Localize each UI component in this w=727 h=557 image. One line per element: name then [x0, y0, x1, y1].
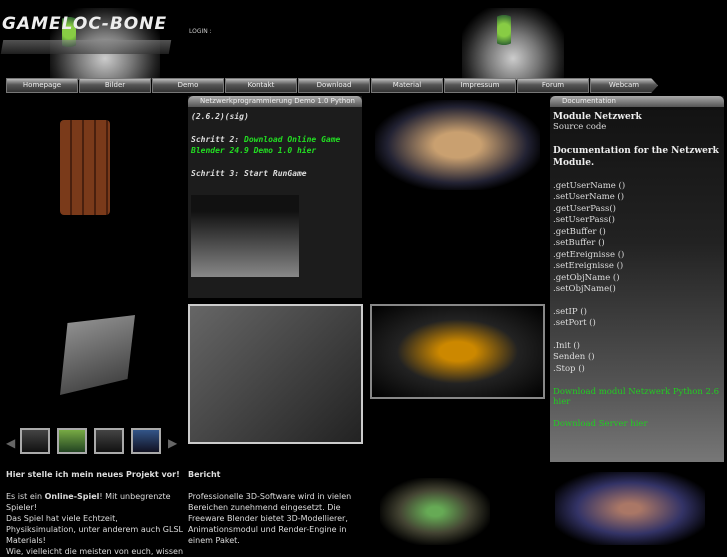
report-text: Professionelle 3D-Software wird in viele…: [188, 492, 352, 545]
doc-heading: Documentation for the Netzwerk Module.: [553, 145, 719, 168]
method-item: .Init (): [553, 340, 581, 351]
nav-kontakt[interactable]: Kontakt: [225, 78, 297, 93]
documentation-title: Documentation: [550, 96, 724, 107]
report-title: Bericht: [188, 470, 221, 479]
intro-title: Hier stelle ich mein neues Projekt vor!: [6, 470, 180, 479]
intro-p1: Es ist ein Online-Spiel! Mit unbegrenzte…: [6, 491, 184, 513]
nav-material[interactable]: Material: [371, 78, 443, 93]
login-label[interactable]: LOGIN :: [189, 28, 212, 35]
plant-image-right: [497, 10, 511, 50]
version-text: (2.6.2)(sig): [191, 112, 249, 121]
nav-forum[interactable]: Forum: [517, 78, 589, 93]
module-name: Module Netzwerk: [553, 112, 642, 122]
report-section: Bericht Professionelle 3D-Software wird …: [188, 469, 358, 546]
thumbnail[interactable]: [57, 428, 87, 454]
method-item: .setObjName(): [553, 284, 616, 294]
documentation-panel: Documentation Module Netzwerk Source cod…: [550, 96, 724, 462]
method-item: Senden (): [553, 352, 595, 362]
thumbnail[interactable]: [94, 428, 124, 454]
nav-webcam[interactable]: Webcam /Anleitungen: [590, 78, 658, 93]
village-image: [380, 478, 490, 545]
method-item: .getBuffer (): [553, 226, 606, 237]
intro-text: Es ist ein: [6, 492, 45, 501]
method-item: .setIP (): [553, 306, 587, 317]
thumbnail-strip: [20, 428, 161, 454]
header-spotlight-image-right: [462, 8, 564, 80]
main-nav: Homepage Bilder Demo Kontakt Download Ma…: [6, 78, 658, 93]
thumbnail[interactable]: [20, 428, 50, 454]
method-item: .getUserName (): [553, 180, 626, 191]
demo-panel: Netzwerkprogrammierung Demo 1.0 Python (…: [188, 96, 362, 298]
method-item: .setEreignisse (): [553, 261, 624, 271]
download-module-link[interactable]: Download modul Netzwerk Python 2.6 hier: [550, 387, 724, 407]
method-item: .setUserPass(): [553, 215, 615, 225]
method-item: .setBuffer (): [553, 238, 605, 248]
intro-bold: Online-Spiel: [44, 492, 100, 501]
intro-p3: Wie, vielleicht die meisten von euch, wi…: [6, 547, 184, 556]
method-item: .getUserPass(): [553, 203, 616, 214]
nav-download[interactable]: Download: [298, 78, 370, 93]
method-item: .getObjName (): [553, 272, 620, 283]
container-image: [60, 315, 135, 395]
scene-screenshot: [188, 304, 363, 444]
gallery-next-icon[interactable]: ▶: [168, 436, 177, 450]
character-image: [555, 472, 705, 545]
download-server-link[interactable]: Download Server hier: [550, 419, 724, 429]
thumbnail[interactable]: [131, 428, 161, 454]
nav-impressum[interactable]: Impressum: [444, 78, 516, 93]
demo-panel-title: Netzwerkprogrammierung Demo 1.0 Python: [188, 96, 362, 107]
nav-homepage[interactable]: Homepage: [6, 78, 78, 93]
site-logo[interactable]: GAMELOC-BONE: [2, 14, 167, 34]
source-code-label: Source code: [553, 122, 607, 132]
method-item: .getEreignisse (): [553, 249, 625, 260]
method-item: .setPort (): [553, 318, 596, 328]
step3-text: Schritt 3: Start RunGame: [191, 169, 307, 178]
intro-p2: Das Spiel hat viele Echtzeit, Physiksimu…: [6, 514, 183, 545]
nav-bilder[interactable]: Bilder: [79, 78, 151, 93]
bee-image: [370, 304, 545, 399]
gallery-prev-icon[interactable]: ◀: [6, 436, 15, 450]
spheres-screenshot: [191, 195, 299, 277]
car-image: [375, 100, 540, 190]
method-item: .Stop (): [553, 363, 585, 374]
nav-demo[interactable]: Demo: [152, 78, 224, 93]
method-item: .setUserName (): [553, 192, 625, 202]
dynamite-image: [60, 120, 110, 215]
intro-section: Hier stelle ich mein neues Projekt vor! …: [6, 469, 184, 557]
step2-label: Schritt 2:: [191, 135, 240, 144]
logo-reflection: [0, 40, 172, 54]
